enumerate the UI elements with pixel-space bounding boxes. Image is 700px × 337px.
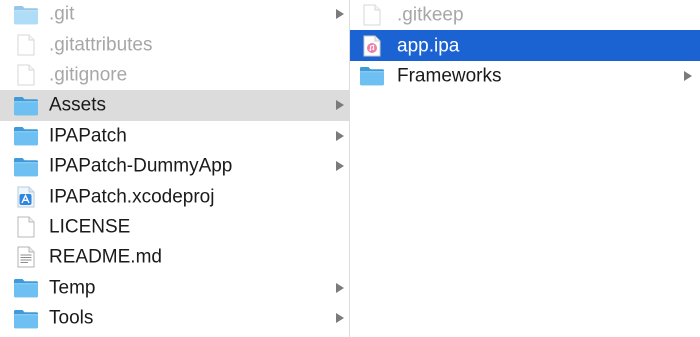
disclosure-chevron-icon [336, 282, 344, 293]
file-row-ipapatch[interactable]: IPAPatch [0, 121, 349, 151]
file-row-readme-md[interactable]: README.md [0, 242, 349, 272]
file-row-dot-gitignore[interactable]: .gitignore [0, 60, 349, 90]
file-name-label: LICENSE [49, 216, 131, 238]
blank-document-icon [13, 34, 39, 56]
file-row-dot-git[interactable]: .git [0, 0, 349, 29]
folder-icon [359, 65, 385, 87]
file-name-label: IPAPatch-DummyApp [49, 155, 233, 177]
file-row-frameworks[interactable]: Frameworks [350, 61, 700, 91]
file-row-temp[interactable]: Temp [0, 273, 349, 303]
file-name-label: IPAPatch.xcodeproj [49, 186, 215, 208]
folder-icon [13, 125, 39, 147]
file-name-label: .gitignore [49, 64, 128, 86]
file-row-dot-gitkeep[interactable]: .gitkeep [350, 0, 700, 30]
folder-icon [13, 94, 39, 116]
file-name-label: README.md [49, 246, 162, 268]
folder-icon [13, 155, 39, 177]
ipa-package-icon [359, 35, 385, 57]
file-name-label: Tools [49, 307, 94, 329]
column-2-list: .gitkeep app.ipa Frameworks [350, 0, 700, 91]
folder-icon [13, 277, 39, 299]
disclosure-chevron-icon [336, 161, 344, 172]
folder-icon [13, 3, 39, 25]
disclosure-chevron-icon [336, 313, 344, 324]
file-row-app-ipa[interactable]: app.ipa [350, 30, 700, 61]
file-row-dot-gitattributes[interactable]: .gitattributes [0, 29, 349, 59]
xcode-project-icon [13, 186, 39, 208]
file-row-assets[interactable]: Assets [0, 90, 349, 121]
file-row-tools[interactable]: Tools [0, 303, 349, 333]
text-document-icon [13, 246, 39, 268]
blank-document-icon [359, 4, 385, 26]
file-name-label: app.ipa [397, 35, 460, 57]
column-1[interactable]: .git .gitattributes .gitignore Assets IPAPat… [0, 0, 349, 337]
disclosure-chevron-icon [336, 100, 344, 111]
file-name-label: .gitattributes [49, 34, 153, 56]
column-1-list: .git .gitattributes .gitignore Assets IPAPat… [0, 0, 349, 333]
finder-column-browser: .git .gitattributes .gitignore Assets IPAPat… [0, 0, 700, 337]
file-name-label: .gitkeep [397, 4, 464, 26]
file-name-label: .git [49, 3, 75, 25]
file-row-ipapatch-dummyapp[interactable]: IPAPatch-DummyApp [0, 151, 349, 181]
disclosure-chevron-icon [684, 70, 692, 81]
blank-document-icon [13, 64, 39, 86]
folder-icon [13, 307, 39, 329]
blank-document-icon [13, 216, 39, 238]
file-name-label: Assets [49, 94, 107, 116]
disclosure-chevron-icon [336, 9, 344, 20]
file-row-ipapatch-xcodeproj[interactable]: IPAPatch.xcodeproj [0, 181, 349, 211]
disclosure-chevron-icon [336, 130, 344, 141]
file-name-label: Temp [49, 277, 96, 299]
file-name-label: IPAPatch [49, 125, 127, 147]
column-2[interactable]: .gitkeep app.ipa Frameworks [350, 0, 700, 337]
file-row-license[interactable]: LICENSE [0, 212, 349, 242]
file-name-label: Frameworks [397, 65, 502, 87]
